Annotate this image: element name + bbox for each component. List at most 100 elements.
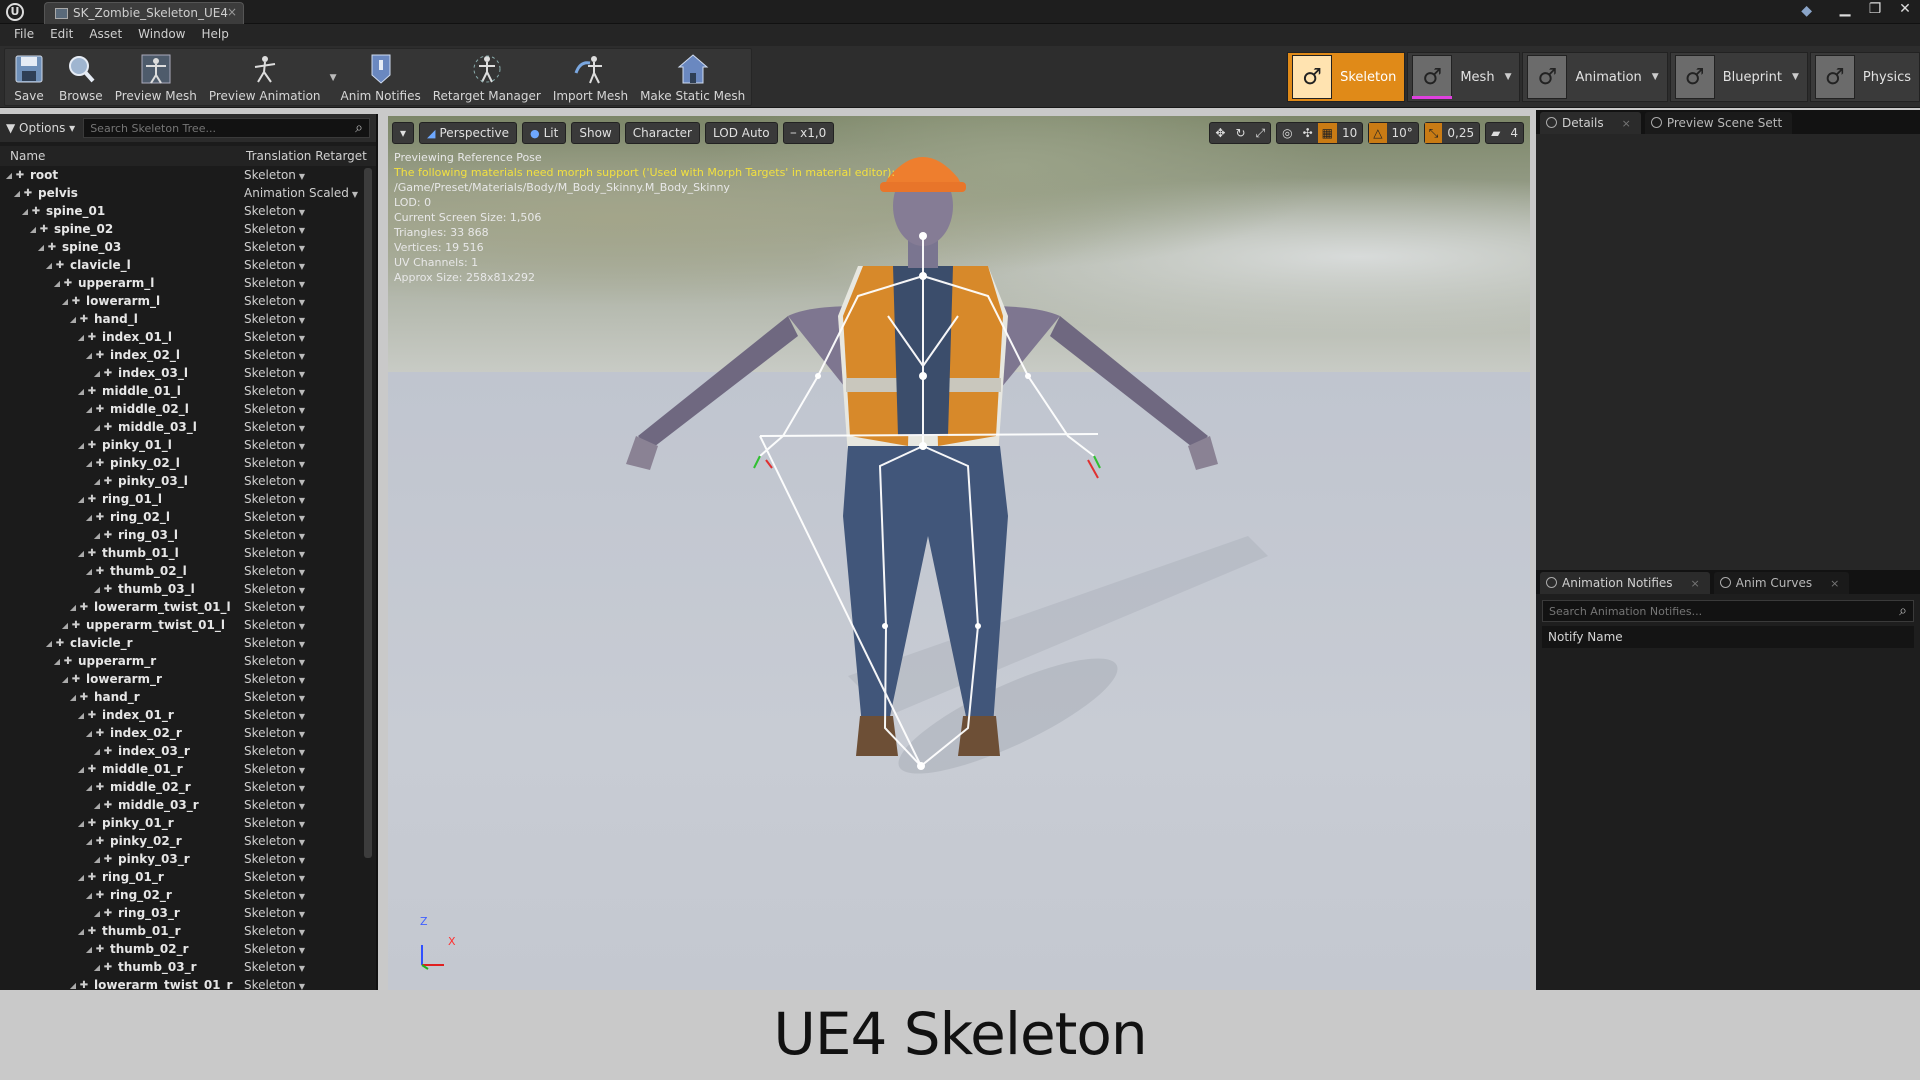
translation-retarget-dropdown[interactable]: Skeleton ▼ [244,528,305,542]
expand-arrow-icon[interactable]: ◢ [76,819,86,828]
expand-arrow-icon[interactable]: ◢ [84,783,94,792]
translation-retarget-dropdown[interactable]: Skeleton ▼ [244,330,305,344]
notify-search[interactable]: ⌕ [1542,600,1914,622]
menu-edit[interactable]: Edit [42,24,81,46]
tree-row[interactable]: ◢ ✚ ring_03_l Skeleton ▼ [0,526,376,544]
translation-retarget-dropdown[interactable]: Skeleton ▼ [244,744,305,758]
retarget-manager-button[interactable]: Retarget Manager [427,49,547,107]
translation-retarget-dropdown[interactable]: Skeleton ▼ [244,582,305,596]
tree-row[interactable]: ◢ ✚ middle_02_l Skeleton ▼ [0,400,376,418]
camera-speed-icon[interactable]: ▰ [1486,126,1505,140]
translation-retarget-dropdown[interactable]: Skeleton ▼ [244,204,305,218]
expand-arrow-icon[interactable]: ◢ [76,441,86,450]
tree-row[interactable]: ◢ ✚ lowerarm_twist_01_l Skeleton ▼ [0,598,376,616]
translation-retarget-dropdown[interactable]: Skeleton ▼ [244,888,305,902]
save-button[interactable]: Save [5,49,53,107]
translation-retarget-dropdown[interactable]: Skeleton ▼ [244,834,305,848]
scale-icon[interactable]: ⤢ [1251,126,1271,141]
translation-retarget-dropdown[interactable]: Skeleton ▼ [244,708,305,722]
translation-retarget-dropdown[interactable]: Skeleton ▼ [244,798,305,812]
maximize-button[interactable]: ❐ [1860,0,1890,20]
tree-row[interactable]: ◢ ✚ ring_02_r Skeleton ▼ [0,886,376,904]
expand-arrow-icon[interactable]: ◢ [84,891,94,900]
tree-row[interactable]: ◢ ✚ upperarm_l Skeleton ▼ [0,274,376,292]
translation-retarget-dropdown[interactable]: Skeleton ▼ [244,654,305,668]
lod-button[interactable]: LOD Auto [704,122,778,144]
translation-retarget-dropdown[interactable]: Skeleton ▼ [244,870,305,884]
translation-retarget-dropdown[interactable]: Skeleton ▼ [244,474,305,488]
translation-retarget-dropdown[interactable]: Skeleton ▼ [244,906,305,920]
tree-row[interactable]: ◢ ✚ clavicle_l Skeleton ▼ [0,256,376,274]
tree-row[interactable]: ◢ ✚ thumb_02_r Skeleton ▼ [0,940,376,958]
column-header-translation-retarget[interactable]: Translation Retarget [246,149,367,163]
expand-arrow-icon[interactable]: ◢ [76,333,86,342]
expand-arrow-icon[interactable]: ◢ [92,477,102,486]
translation-retarget-dropdown[interactable]: Skeleton ▼ [244,402,305,416]
tree-row[interactable]: ◢ ✚ spine_03 Skeleton ▼ [0,238,376,256]
mode-mesh-button[interactable]: ♂ Mesh ▼ [1407,52,1521,102]
tree-row[interactable]: ◢ ✚ thumb_01_r Skeleton ▼ [0,922,376,940]
tree-row[interactable]: ◢ ✚ pinky_03_l Skeleton ▼ [0,472,376,490]
tree-row[interactable]: ◢ ✚ pinky_02_l Skeleton ▼ [0,454,376,472]
expand-arrow-icon[interactable]: ◢ [68,315,78,324]
translation-retarget-dropdown[interactable]: Skeleton ▼ [244,510,305,524]
tree-row[interactable]: ◢ ✚ thumb_03_r Skeleton ▼ [0,958,376,976]
translation-retarget-dropdown[interactable]: Skeleton ▼ [244,240,305,254]
source-control-icon[interactable]: ◆ [1801,3,1812,19]
tree-row[interactable]: ◢ ✚ pinky_02_r Skeleton ▼ [0,832,376,850]
translation-retarget-dropdown[interactable]: Skeleton ▼ [244,546,305,560]
expand-arrow-icon[interactable]: ◢ [84,405,94,414]
tab-animation-notifies[interactable]: Animation Notifies × [1540,572,1710,594]
close-tab-icon[interactable]: × [227,5,237,19]
tree-row[interactable]: ◢ ✚ thumb_02_l Skeleton ▼ [0,562,376,580]
translate-icon[interactable]: ✥ [1210,126,1230,140]
skeleton-tree-search[interactable]: ⌕ [83,118,370,138]
expand-arrow-icon[interactable]: ◢ [28,225,38,234]
lit-button[interactable]: ● Lit [522,122,567,144]
playback-speed-button[interactable]: ⎯ x1,0 [782,122,835,144]
menu-help[interactable]: Help [193,24,236,46]
close-icon[interactable]: × [1830,577,1839,590]
column-header-name[interactable]: Name [0,149,246,163]
expand-arrow-icon[interactable]: ◢ [92,585,102,594]
expand-arrow-icon[interactable]: ◢ [92,801,102,810]
tree-row[interactable]: ◢ ✚ upperarm_twist_01_l Skeleton ▼ [0,616,376,634]
import-mesh-button[interactable]: Import Mesh [547,49,634,107]
expand-arrow-icon[interactable]: ◢ [92,531,102,540]
menu-window[interactable]: Window [130,24,193,46]
expand-arrow-icon[interactable]: ◢ [68,603,78,612]
mode-animation-button[interactable]: ♂ Animation ▼ [1522,52,1668,102]
rotation-snap-icon[interactable]: △ [1369,123,1387,143]
translation-retarget-dropdown[interactable]: Skeleton ▼ [244,420,305,434]
close-icon[interactable]: × [1622,117,1631,130]
translation-retarget-dropdown[interactable]: Skeleton ▼ [244,690,305,704]
expand-arrow-icon[interactable]: ◢ [68,981,78,990]
translation-retarget-dropdown[interactable]: Skeleton ▼ [244,942,305,956]
translation-retarget-dropdown[interactable]: Skeleton ▼ [244,960,305,974]
options-dropdown[interactable]: ▼ Options ▾ [6,121,75,135]
show-button[interactable]: Show [571,122,620,144]
translation-retarget-dropdown[interactable]: Skeleton ▼ [244,600,305,614]
translation-retarget-dropdown[interactable]: Skeleton ▼ [244,366,305,380]
grid-snap-icon[interactable]: ▦ [1317,123,1337,143]
expand-arrow-icon[interactable]: ◢ [52,657,62,666]
expand-arrow-icon[interactable]: ◢ [76,873,86,882]
tree-row[interactable]: ◢ ✚ spine_02 Skeleton ▼ [0,220,376,238]
expand-arrow-icon[interactable]: ◢ [92,423,102,432]
translation-retarget-dropdown[interactable]: Skeleton ▼ [244,636,305,650]
camera-speed-value[interactable]: 4 [1505,126,1523,140]
tree-row[interactable]: ◢ ✚ index_03_l Skeleton ▼ [0,364,376,382]
tree-row[interactable]: ◢ ✚ ring_01_r Skeleton ▼ [0,868,376,886]
search-icon[interactable]: ⌕ [355,120,363,136]
close-window-button[interactable]: ✕ [1890,0,1920,20]
tree-row[interactable]: ◢ ✚ root Skeleton ▼ [0,166,376,184]
translation-retarget-dropdown[interactable]: Skeleton ▼ [244,456,305,470]
tree-row[interactable]: ◢ ✚ ring_02_l Skeleton ▼ [0,508,376,526]
expand-arrow-icon[interactable]: ◢ [44,261,54,270]
expand-arrow-icon[interactable]: ◢ [36,243,46,252]
surface-snap-icon[interactable]: ✣ [1298,126,1318,140]
scale-snap-value[interactable]: 0,25 [1442,126,1479,140]
tree-row[interactable]: ◢ ✚ thumb_03_l Skeleton ▼ [0,580,376,598]
anim-notifies-button[interactable]: Anim Notifies [335,49,427,107]
notify-search-input[interactable] [1549,604,1900,618]
